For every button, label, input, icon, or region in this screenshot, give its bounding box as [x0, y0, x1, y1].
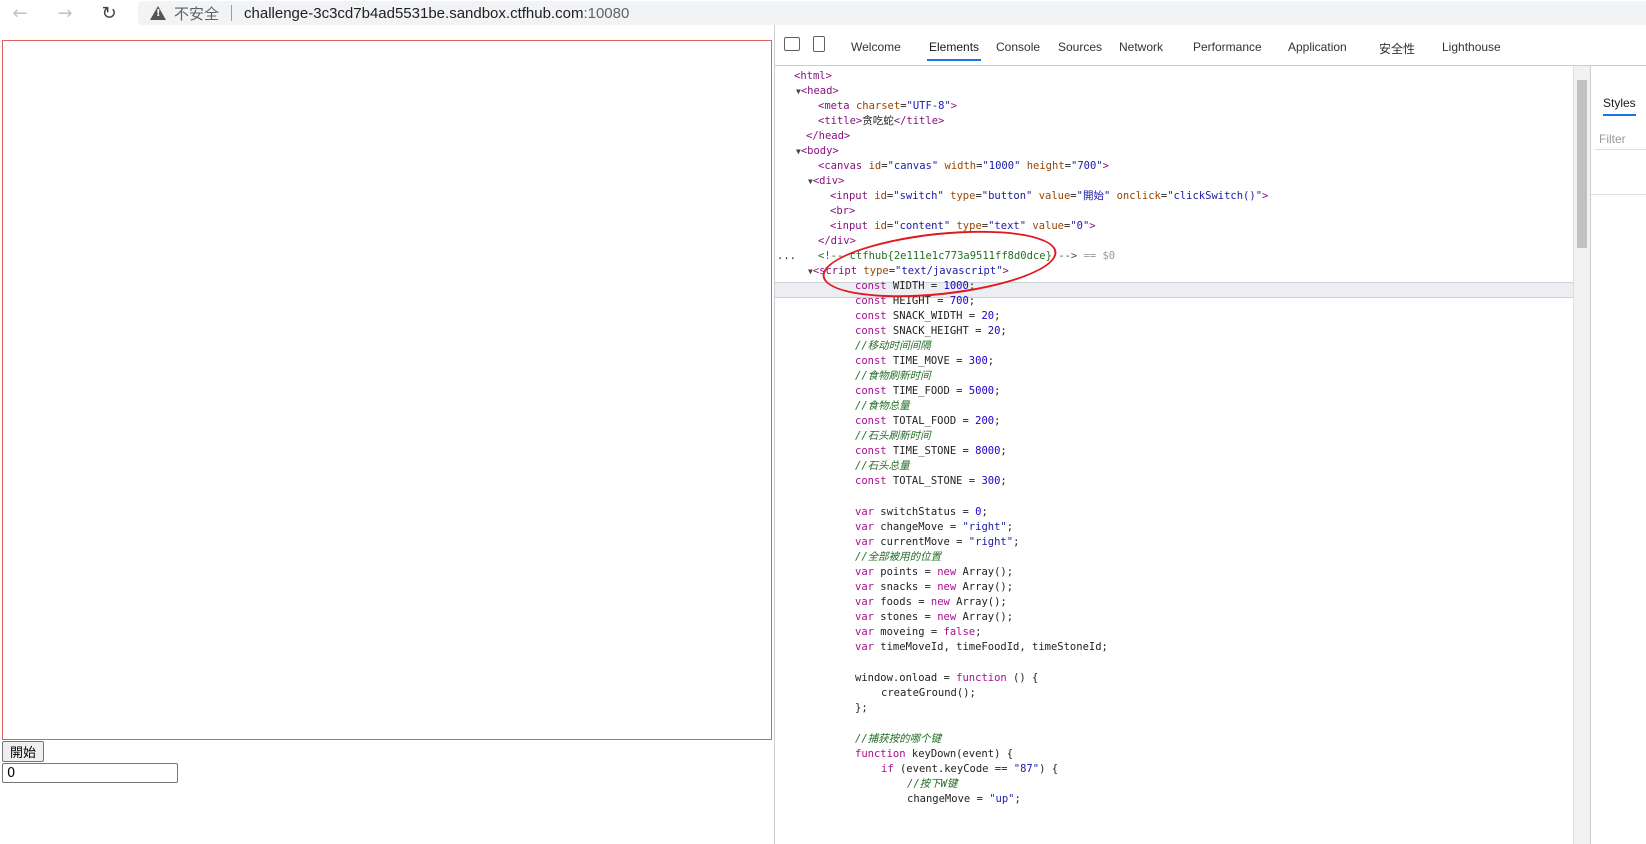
js-line: const SNACK_HEIGHT = 20;	[855, 325, 1007, 337]
js-comment: //全部被用的位置	[855, 551, 942, 563]
js-line: createGround();	[881, 687, 976, 699]
tree-ellipsis[interactable]: ...	[777, 248, 796, 264]
js-comment: //捕获按的哪个键	[855, 733, 942, 745]
js-line: const TIME_FOOD = 5000;	[855, 385, 1001, 397]
tree-div-close[interactable]: </div>	[818, 233, 856, 249]
device-toolbar-icon[interactable]	[813, 36, 825, 52]
js-line: window.onload = function () {	[855, 672, 1039, 684]
insecure-label[interactable]: 不安全	[174, 3, 219, 24]
tab-console[interactable]: Console	[996, 40, 1040, 54]
tab-application[interactable]: Application	[1288, 40, 1347, 54]
js-comment: //移动时间间隔	[855, 340, 931, 352]
js-line: var snacks = new Array();	[855, 581, 1014, 593]
tab-performance[interactable]: Performance	[1193, 40, 1262, 54]
tree-meta[interactable]: <meta charset="UTF-8">	[818, 98, 957, 114]
styles-divider	[1591, 194, 1646, 195]
tab-styles[interactable]: Styles	[1603, 96, 1636, 116]
js-comment: //食物刷新时间	[855, 370, 931, 382]
js-line: const TOTAL_STONE = 300;	[855, 475, 1007, 487]
tree-input-switch[interactable]: <input id="switch" type="button" value="…	[830, 188, 1268, 204]
tab-lighthouse[interactable]: Lighthouse	[1442, 40, 1501, 54]
styles-pane: Styles Filter	[1590, 66, 1646, 844]
js-line: var changeMove = "right";	[855, 521, 1014, 533]
tab-elements[interactable]: Elements	[926, 40, 982, 61]
elements-tree: <html> ▼<head> <meta charset="UTF-8"> <t…	[775, 66, 1575, 844]
js-comment: //石头总量	[855, 460, 910, 472]
js-line: const TIME_MOVE = 300;	[855, 355, 995, 367]
content-input[interactable]	[2, 763, 178, 783]
js-line: var timeMoveId, timeFoodId, timeStoneId;	[855, 641, 1108, 653]
forward-icon[interactable]: →	[54, 2, 76, 24]
js-line: var switchStatus = 0;	[855, 506, 988, 518]
js-comment: //食物总量	[855, 400, 910, 412]
js-line: var points = new Array();	[855, 566, 1014, 578]
tree-title[interactable]: <title>贪吃蛇</title>	[818, 113, 944, 129]
back-icon[interactable]: ←	[9, 2, 31, 24]
scroll-thumb[interactable]	[1577, 80, 1587, 248]
js-line: var moveing = false;	[855, 626, 982, 638]
js-comment: //石头刷新时间	[855, 430, 931, 442]
devtools-tab-bar: Welcome Elements Console Sources Network…	[775, 25, 1646, 66]
js-line: var foods = new Array();	[855, 596, 1007, 608]
inspect-element-icon[interactable]	[784, 37, 800, 51]
js-line: var stones = new Array();	[855, 611, 1014, 623]
tree-br[interactable]: <br>	[830, 203, 855, 219]
address-separator	[231, 5, 233, 21]
js-line: changeMove = "up";	[907, 793, 1021, 805]
tab-welcome[interactable]: Welcome	[851, 40, 901, 54]
browser-toolbar: ← → ↻ ! 不安全 challenge-3c3cd7b4ad5531be.s…	[0, 0, 1646, 25]
js-line: const SNACK_WIDTH = 20;	[855, 310, 1001, 322]
elements-scrollbar[interactable]	[1573, 66, 1590, 844]
js-comment: //按下W键	[907, 778, 958, 790]
address-bar[interactable]: ! 不安全 challenge-3c3cd7b4ad5531be.sandbox…	[138, 1, 1646, 25]
js-line: var currentMove = "right";	[855, 536, 1020, 548]
tab-network[interactable]: Network	[1119, 40, 1163, 54]
js-line: if (event.keyCode == "87") {	[881, 763, 1059, 775]
styles-filter-input[interactable]: Filter	[1595, 128, 1646, 150]
tree-canvas[interactable]: <canvas id="canvas" width="1000" height=…	[818, 158, 1109, 174]
web-page: 開始	[0, 25, 774, 844]
js-line: };	[855, 702, 868, 714]
game-canvas[interactable]	[2, 40, 772, 740]
js-line: const TIME_STONE = 8000;	[855, 445, 1007, 457]
tab-security[interactable]: 安全性	[1379, 40, 1415, 57]
devtools-panel: Welcome Elements Console Sources Network…	[774, 25, 1646, 844]
js-line: const TOTAL_FOOD = 200;	[855, 415, 1001, 427]
title-text: 贪吃蛇	[862, 115, 894, 127]
tab-sources[interactable]: Sources	[1058, 40, 1102, 54]
url-host[interactable]: challenge-3c3cd7b4ad5531be.sandbox.ctfhu…	[244, 5, 583, 22]
tree-html[interactable]: <html>	[794, 68, 832, 84]
start-button[interactable]: 開始	[2, 741, 44, 762]
js-line: function keyDown(event) {	[855, 748, 1014, 760]
tree-head-close[interactable]: </head>	[806, 128, 850, 144]
url-port[interactable]: :10080	[583, 5, 629, 22]
warning-icon[interactable]: !	[150, 6, 166, 20]
reload-icon[interactable]: ↻	[98, 2, 120, 24]
